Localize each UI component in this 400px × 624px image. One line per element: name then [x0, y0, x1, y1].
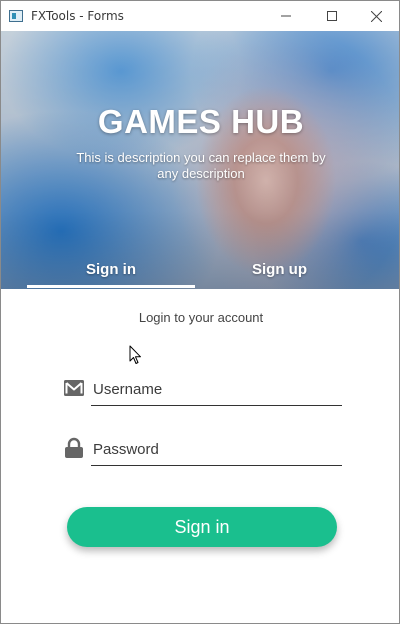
tab-sign-in[interactable]: Sign in — [86, 261, 136, 278]
maximize-icon — [327, 11, 337, 21]
window-title: FXTools - Forms — [31, 9, 124, 23]
password-input[interactable] — [91, 434, 342, 466]
maximize-button[interactable] — [309, 1, 355, 31]
minimize-icon — [281, 15, 291, 17]
minimize-button[interactable] — [263, 1, 309, 31]
mouse-cursor-icon — [129, 345, 141, 364]
title-bar[interactable]: FXTools - Forms — [1, 1, 399, 31]
app-window: FXTools - Forms GAMES HUB This is descri… — [0, 0, 400, 624]
mail-icon — [64, 380, 84, 396]
active-tab-indicator — [27, 285, 195, 288]
hero-banner: GAMES HUB This is description you can re… — [1, 31, 399, 289]
close-icon — [370, 10, 382, 22]
close-button[interactable] — [353, 1, 399, 31]
form-subtitle: Login to your account — [138, 310, 264, 325]
tab-sign-up[interactable]: Sign up — [252, 261, 307, 278]
username-input[interactable] — [91, 374, 342, 406]
lock-icon — [65, 437, 83, 458]
password-field — [63, 431, 343, 471]
username-field — [63, 371, 343, 411]
sign-in-button[interactable]: Sign in — [67, 507, 337, 547]
hero-title: GAMES HUB — [97, 103, 305, 140]
app-icon — [9, 10, 23, 22]
hero-description: This is description you can replace them… — [76, 150, 326, 181]
